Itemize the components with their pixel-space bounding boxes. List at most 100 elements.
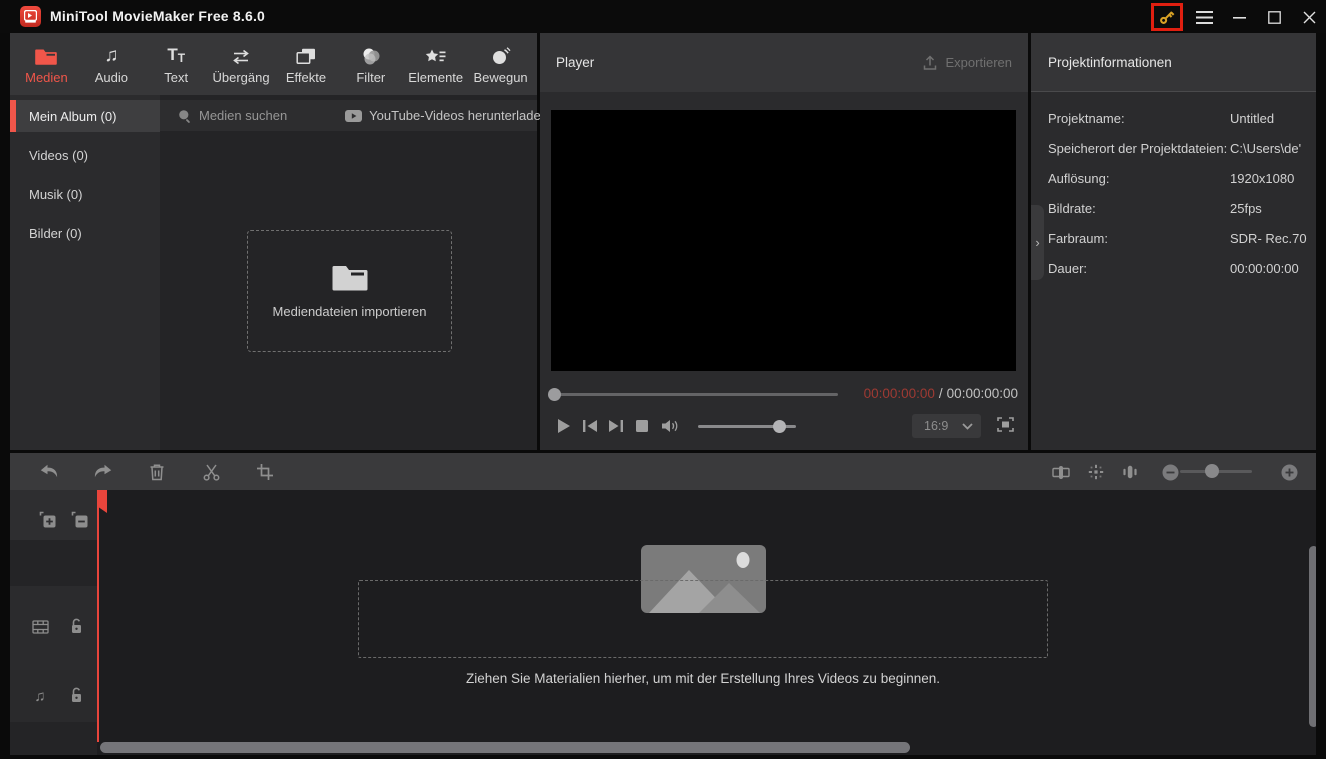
export-button[interactable]: Exportieren [922,54,1012,71]
time-display: 00:00:00:00/00:00:00:00 [864,386,1018,401]
info-label: Projektname: [1048,110,1125,126]
attach-clip-button[interactable] [1051,462,1071,482]
tab-label: Text [164,69,189,85]
timeline-zoom-out-button[interactable] [1160,462,1180,482]
project-info-title: Projektinformationen [1048,54,1172,70]
video-track-lock-button[interactable] [66,616,86,636]
stop-button[interactable] [636,420,648,432]
split-button[interactable] [201,462,221,482]
crop-icon [257,464,273,480]
play-button[interactable] [557,418,571,434]
titlebar: MiniTool MovieMaker Free 8.6.0 [0,0,1326,33]
tab-label: Elemente [408,69,464,85]
undo-button[interactable] [39,462,59,482]
close-button[interactable] [1296,4,1322,30]
zoom-out-icon [1162,464,1178,480]
horizontal-scrollbar[interactable] [100,742,910,753]
tab-label: Bewegun [473,69,528,85]
album-label: Bilder (0) [29,225,82,241]
project-info-panel: Projektinformationen › Projektname: Unti… [1031,33,1316,450]
timeline-dropzone[interactable] [358,580,1048,658]
playhead[interactable] [97,490,99,742]
sidebar-item-bilder[interactable]: Bilder (0) [10,217,160,249]
seek-bar[interactable] [553,393,838,396]
track-gap-row [10,540,97,586]
tab-text[interactable]: TT Text [144,33,209,95]
sidebar-item-mein-album[interactable]: Mein Album (0) [10,100,160,132]
timeline-zoom-thumb[interactable] [1205,464,1219,478]
timeline-zoom-in-button[interactable] [1279,462,1299,482]
aspect-ratio-value: 16:9 [924,419,949,433]
tab-label: Audio [94,69,128,85]
info-label: Bildrate: [1048,200,1096,216]
sidebar-item-musik[interactable]: Musik (0) [10,178,160,210]
transition-icon [229,44,253,65]
track-zoom-fit-button[interactable] [1120,462,1140,482]
tab-label: Effekte [285,69,327,85]
timeline: ♫ Ziehen Sie Materialien hierher, um mit… [10,490,1316,755]
tab-label: Filter [356,69,386,85]
menu-button[interactable] [1191,4,1217,30]
app-logo-icon [20,6,41,27]
add-track-button[interactable] [37,509,57,529]
volume-button[interactable] [661,419,680,433]
timeline-drop-hint: Ziehen Sie Materialien hierher, um mit d… [465,671,940,686]
info-label: Speicherort der Projektdateien: [1048,140,1228,156]
chevron-right-icon: › [1035,235,1040,250]
player-header: Player Exportieren [540,33,1028,92]
info-value: SDR- Rec.70 [1230,230,1307,246]
audio-track-lock-button[interactable] [66,685,86,705]
info-label: Auflösung: [1048,170,1110,186]
sidebar-item-videos[interactable]: Videos (0) [10,139,160,171]
next-frame-button[interactable] [608,419,624,433]
previous-frame-icon [583,420,597,432]
elements-icon [425,44,447,65]
tab-elemente[interactable]: Elemente [403,33,468,95]
tab-audio[interactable]: ♫ Audio [79,33,144,95]
fullscreen-icon [997,417,1014,432]
folder-icon [35,44,58,65]
stop-icon [636,420,648,432]
minimize-button[interactable] [1226,4,1252,30]
tab-effekte[interactable]: Effekte [274,33,339,95]
scissors-icon [203,464,219,481]
info-row-dauer: Dauer: 00:00:00:00 [1048,253,1316,283]
effects-icon [296,44,316,65]
panel-collapse-handle[interactable]: › [1031,205,1044,280]
minimize-icon [1232,16,1246,19]
tab-label: Medien [25,69,68,85]
aspect-ratio-select[interactable]: 16:9 [912,414,981,438]
previous-frame-button[interactable] [582,419,598,433]
maximize-button[interactable] [1261,4,1287,30]
crop-button[interactable] [255,462,275,482]
filter-icon [361,44,381,65]
info-row-speicherort: Speicherort der Projektdateien: C:\Users… [1048,133,1316,163]
total-time: 00:00:00:00 [946,386,1018,401]
snap-toggle-button[interactable] [1086,462,1106,482]
fullscreen-button[interactable] [997,417,1014,432]
media-library: Medien suchen YouTube-Videos herunterlad… [160,95,548,450]
search-placeholder: Medien suchen [199,108,288,123]
tab-uebergang[interactable]: Übergäng [209,33,274,95]
library-sidebar: Mein Album (0) Videos (0) Musik (0) Bild… [10,95,160,450]
hamburger-icon [1195,10,1213,24]
delete-button[interactable] [147,462,167,482]
remove-track-button[interactable] [69,509,89,529]
tab-filter[interactable]: Filter [338,33,403,95]
redo-icon [94,464,112,478]
youtube-download-button[interactable]: YouTube-Videos herunterladen [345,108,548,123]
redo-button[interactable] [93,462,113,482]
media-search-input[interactable]: Medien suchen [178,108,287,123]
current-time: 00:00:00:00 [863,386,935,401]
track-rest-row [10,722,97,755]
info-row-aufloesung: Auflösung: 1920x1080 [1048,163,1316,193]
tab-medien[interactable]: Medien [14,33,79,95]
register-key-button[interactable] [1151,3,1183,31]
vertical-scrollbar[interactable] [1309,546,1316,727]
import-media-dropzone[interactable]: Mediendateien importieren [247,230,452,352]
seek-thumb[interactable] [548,387,561,401]
youtube-download-label: YouTube-Videos herunterladen [369,108,548,123]
volume-thumb[interactable] [773,420,786,433]
info-value: 25fps [1230,200,1262,216]
tab-bewegung[interactable]: Bewegun [468,33,533,95]
